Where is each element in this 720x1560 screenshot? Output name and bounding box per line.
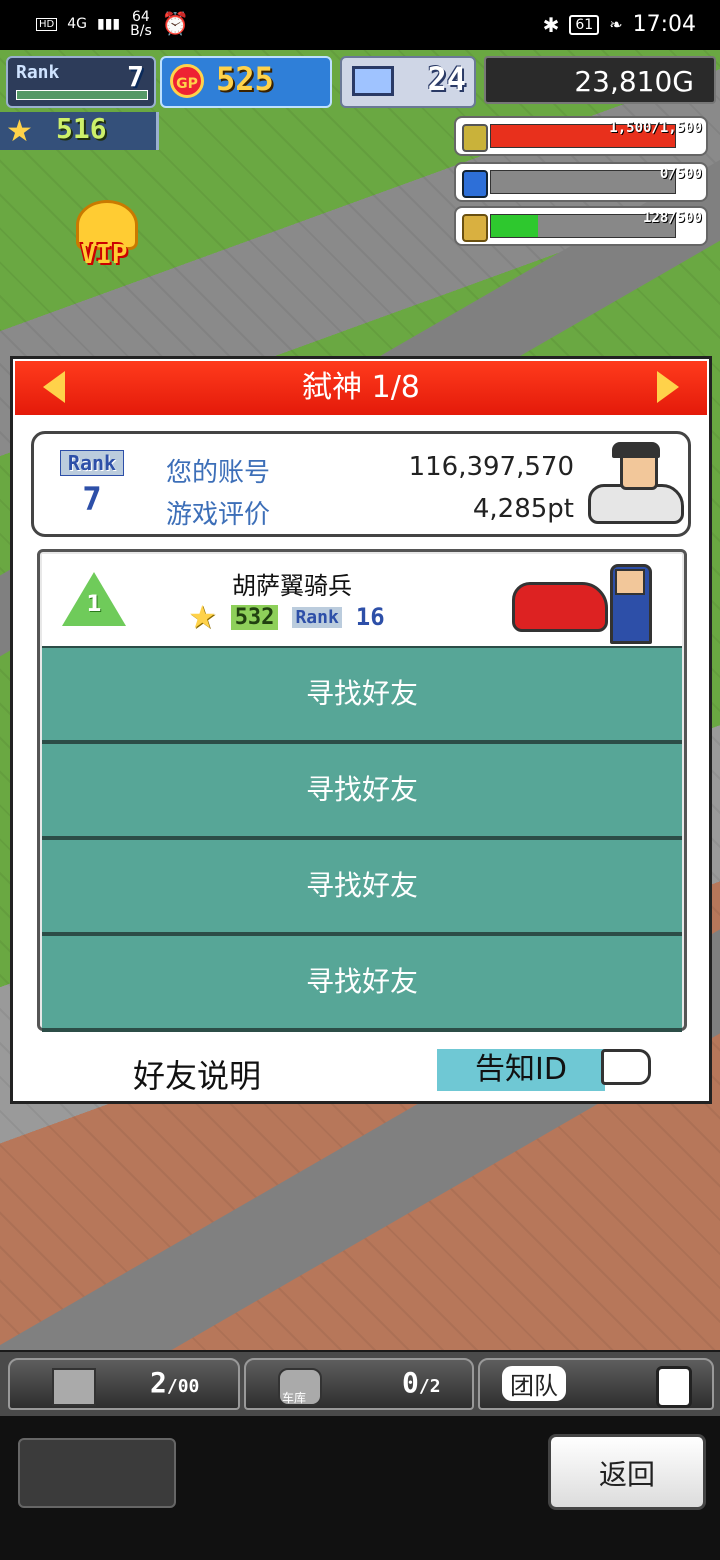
fuel-label: 1,500/1,500 bbox=[609, 120, 702, 136]
resource-wheat[interactable]: 128/500 bbox=[454, 206, 708, 246]
garage-tab[interactable]: 车库 0/2 bbox=[244, 1358, 474, 1410]
friend-rank-label: Rank bbox=[292, 606, 342, 628]
rank-value: 7 bbox=[127, 60, 144, 93]
find-friend-button[interactable]: 寻找好友 bbox=[42, 840, 682, 936]
friend-position: 1 bbox=[86, 592, 102, 617]
account-card: Rank 7 您的账号 116,397,570 游戏评价 4,285pt bbox=[31, 431, 691, 537]
staff-face-icon bbox=[656, 1366, 692, 1408]
gp-value: 525 bbox=[216, 60, 274, 98]
friends-panel: 弑神 1/8 Rank 7 您的账号 116,397,570 游戏评价 4,28… bbox=[10, 356, 712, 1104]
items-count: 2/00 bbox=[150, 1366, 199, 1399]
team-label: 团队 bbox=[502, 1366, 566, 1401]
resource-fuel[interactable]: 1,500/1,500 bbox=[454, 116, 708, 156]
speed-readout: 64 B/s bbox=[130, 10, 152, 38]
crate-icon bbox=[52, 1368, 96, 1406]
gp-box[interactable]: GP 525 bbox=[160, 56, 332, 108]
empty-slot bbox=[18, 1438, 176, 1508]
friend-help-button[interactable]: 好友说明 bbox=[133, 1051, 261, 1097]
money-display: 23,810G bbox=[484, 56, 716, 104]
team-tab[interactable]: 团队 bbox=[478, 1358, 714, 1410]
bottom-bar: 返回 bbox=[0, 1416, 720, 1560]
clock: 17:04 bbox=[632, 12, 696, 37]
gp-coin-icon: GP bbox=[170, 64, 204, 98]
items-tab[interactable]: 2/00 bbox=[8, 1358, 240, 1410]
friend-meta: ★ 532 Rank 16 bbox=[188, 598, 385, 636]
charging-icon: ❧ bbox=[609, 15, 623, 34]
friend-avatar bbox=[610, 564, 652, 644]
status-right: ✱ 61 ❧ 17:04 bbox=[543, 12, 696, 37]
fuel-barrel-icon bbox=[462, 124, 488, 152]
account-id-value: 116,397,570 bbox=[408, 452, 574, 482]
status-left: HD 4G ▮▮▮ 64 B/s ⏰ bbox=[36, 10, 189, 38]
wheat-icon bbox=[462, 214, 488, 242]
water-bottle-icon bbox=[462, 170, 488, 198]
find-friend-button[interactable]: 寻找好友 bbox=[42, 936, 682, 1032]
stars-box: ★ 516 bbox=[0, 112, 159, 150]
water-track bbox=[490, 170, 676, 194]
garage-count-separator: / bbox=[418, 1376, 430, 1397]
bluetooth-icon: ✱ bbox=[542, 12, 560, 37]
items-count-max: 00 bbox=[177, 1376, 200, 1397]
hd-icon: HD bbox=[36, 17, 58, 31]
friend-avatar-head bbox=[615, 569, 645, 595]
panel-title: 弑神 1/8 bbox=[302, 370, 420, 405]
account-rank-badge: Rank 7 bbox=[60, 450, 124, 518]
rating-value: 4,285pt bbox=[472, 494, 574, 524]
rank-label: Rank bbox=[16, 62, 60, 83]
garage-count: 0/2 bbox=[402, 1366, 441, 1399]
panel-footer: 好友说明 告知ID bbox=[15, 1043, 707, 1097]
vip-badge[interactable]: VIP bbox=[62, 200, 146, 274]
computer-value: 24 bbox=[427, 60, 466, 98]
player-rank-box[interactable]: Rank 7 bbox=[6, 56, 156, 108]
back-button[interactable]: 返回 bbox=[548, 1434, 706, 1510]
signal-bars-icon: ▮▮▮ bbox=[97, 16, 121, 32]
friend-car-icon bbox=[512, 582, 608, 632]
battery-indicator: 61 bbox=[569, 14, 600, 35]
alarm-icon: ⏰ bbox=[161, 11, 190, 37]
account-rank-label: Rank bbox=[60, 450, 124, 476]
speed-value: 64 bbox=[132, 9, 150, 25]
water-label: 0/500 bbox=[659, 166, 702, 182]
friend-rank-value: 16 bbox=[355, 603, 385, 631]
items-count-current: 2 bbox=[150, 1366, 167, 1399]
friend-row[interactable]: 1 胡萨翼骑兵 ★ 532 Rank 16 bbox=[42, 554, 682, 649]
bottom-tabs: 2/00 车库 0/2 团队 bbox=[0, 1352, 720, 1416]
top-hud: Rank 7 GP 525 24 23,810G bbox=[0, 52, 720, 108]
pointing-hand-icon bbox=[601, 1049, 651, 1085]
panel-title-bar: 弑神 1/8 bbox=[15, 361, 707, 415]
garage-label: 车库 bbox=[282, 1391, 307, 1405]
account-rank-value: 7 bbox=[82, 480, 102, 518]
status-bar: HD 4G ▮▮▮ 64 B/s ⏰ ✱ 61 ❧ 17:04 bbox=[0, 0, 720, 50]
vip-label: VIP bbox=[80, 240, 128, 270]
speed-unit: B/s bbox=[130, 23, 152, 39]
avatar-car-icon bbox=[588, 484, 684, 524]
computer-icon bbox=[352, 66, 394, 96]
star-icon: ★ bbox=[6, 114, 33, 149]
account-id-label: 您的账号 bbox=[166, 458, 271, 488]
friend-list: 1 胡萨翼骑兵 ★ 532 Rank 16 寻找好友 寻找好友 寻找好友 寻找好… bbox=[37, 549, 687, 1032]
stars-value: 516 bbox=[56, 112, 107, 145]
friend-position-badge: 1 bbox=[62, 572, 126, 628]
items-count-separator: / bbox=[166, 1376, 178, 1397]
find-friend-button[interactable]: 寻找好友 bbox=[42, 648, 682, 744]
resource-water[interactable]: 0/500 bbox=[454, 162, 708, 202]
wheat-fill bbox=[491, 215, 539, 237]
computer-box[interactable]: 24 bbox=[340, 56, 476, 108]
player-avatar bbox=[586, 442, 684, 528]
friend-name: 胡萨翼骑兵 bbox=[232, 572, 352, 600]
signal-icon: 4G bbox=[67, 16, 87, 32]
friend-stars: 532 bbox=[230, 604, 279, 630]
prev-page-arrow-icon[interactable] bbox=[43, 371, 65, 403]
tell-id-button[interactable]: 告知ID bbox=[437, 1049, 605, 1091]
next-page-arrow-icon[interactable] bbox=[657, 371, 679, 403]
rank-progress-bar bbox=[16, 90, 148, 100]
garage-count-max: 2 bbox=[429, 1376, 441, 1397]
garage-count-current: 0 bbox=[402, 1366, 419, 1399]
pirate-hat-icon bbox=[612, 442, 660, 458]
wheat-label: 128/500 bbox=[642, 210, 702, 226]
find-friend-button[interactable]: 寻找好友 bbox=[42, 744, 682, 840]
rating-label: 游戏评价 bbox=[166, 500, 271, 530]
star-icon: ★ bbox=[188, 598, 217, 636]
